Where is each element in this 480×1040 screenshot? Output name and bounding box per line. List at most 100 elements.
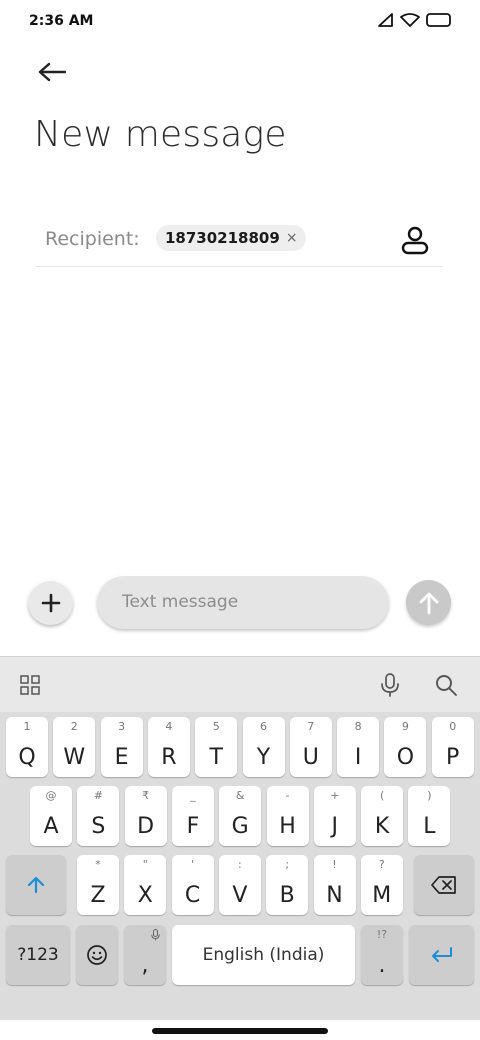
key-hint: 2 bbox=[70, 720, 78, 733]
recipient-chip[interactable]: 18730218809 × bbox=[156, 225, 306, 251]
back-button[interactable] bbox=[30, 52, 74, 92]
key-label: B bbox=[279, 883, 295, 908]
plus-icon bbox=[41, 593, 60, 612]
key-u[interactable]: 7U bbox=[289, 717, 332, 777]
key-hint: 5 bbox=[212, 720, 220, 733]
key-hint: 1 bbox=[23, 720, 31, 733]
key-label: F bbox=[186, 814, 200, 839]
status-bar: 2:36 AM bbox=[0, 0, 480, 44]
home-gesture-handle[interactable] bbox=[152, 1028, 328, 1034]
key-n[interactable]: ! N bbox=[313, 855, 356, 915]
key-label: V bbox=[232, 883, 248, 908]
key-v[interactable]: :V bbox=[218, 855, 261, 915]
arrow-up-icon bbox=[419, 592, 438, 614]
backspace-key[interactable] bbox=[414, 855, 474, 915]
key-label: A bbox=[43, 814, 59, 839]
recipient-row[interactable]: Recipient: 18730218809 × bbox=[36, 214, 443, 267]
keyboard-toolbar bbox=[0, 656, 480, 712]
key-hint: " bbox=[142, 858, 148, 871]
message-input[interactable] bbox=[97, 575, 389, 629]
status-time: 2:36 AM bbox=[29, 13, 94, 29]
key-hint: ? bbox=[378, 858, 385, 871]
key-label: H bbox=[279, 814, 296, 839]
key-k[interactable]: (K bbox=[361, 786, 404, 846]
contacts-button[interactable] bbox=[397, 220, 433, 260]
key-hint: ; bbox=[285, 858, 290, 871]
key-b[interactable]: ; B bbox=[266, 855, 309, 915]
key-label: Q bbox=[18, 745, 36, 770]
key-y[interactable]: 6Y bbox=[242, 717, 285, 777]
shift-key[interactable] bbox=[6, 855, 66, 915]
enter-key[interactable] bbox=[409, 925, 474, 985]
keyboard-search-button[interactable] bbox=[430, 669, 462, 701]
key-hint: # bbox=[93, 789, 103, 802]
key-label: C bbox=[184, 883, 201, 908]
key-label: M bbox=[372, 883, 392, 908]
comma-key[interactable]: , bbox=[124, 925, 166, 985]
key-label: K bbox=[374, 814, 390, 839]
arrow-left-icon bbox=[38, 62, 66, 82]
key-label: O bbox=[396, 745, 415, 770]
key-label: Z bbox=[90, 883, 106, 908]
grid-icon bbox=[20, 675, 40, 695]
key-label: T bbox=[209, 745, 223, 770]
key-hint: : bbox=[238, 858, 242, 871]
key-c[interactable]: ' C bbox=[171, 855, 214, 915]
key-label: Y bbox=[256, 745, 271, 770]
navigation-bar bbox=[0, 1020, 480, 1040]
key-a[interactable]: @ A bbox=[30, 786, 72, 846]
key-i[interactable]: 8I bbox=[337, 717, 380, 777]
key-label: D bbox=[137, 814, 155, 839]
key-f[interactable]: _ F bbox=[171, 786, 214, 846]
battery-icon bbox=[426, 13, 451, 27]
key-z[interactable]: * Z bbox=[77, 855, 119, 915]
voice-input-button[interactable] bbox=[374, 669, 406, 701]
key-x[interactable]: " X bbox=[124, 855, 167, 915]
recipient-chip-number: 18730218809 bbox=[165, 229, 280, 247]
key-label: R bbox=[161, 745, 177, 770]
key-h[interactable]: -H bbox=[266, 786, 309, 846]
key-label: N bbox=[326, 883, 343, 908]
key-hint: ₹ bbox=[142, 789, 150, 802]
recipient-label: Recipient: bbox=[45, 228, 140, 250]
send-button[interactable] bbox=[406, 580, 451, 625]
add-attachment-button[interactable] bbox=[28, 580, 73, 625]
key-d[interactable]: ₹ D bbox=[124, 786, 167, 846]
key-hint: _ bbox=[190, 789, 196, 802]
shift-icon bbox=[27, 876, 45, 894]
key-r[interactable]: 4R bbox=[147, 717, 190, 777]
key-label: W bbox=[63, 745, 86, 770]
symbols-key-label: ?123 bbox=[17, 945, 59, 965]
chip-remove-icon[interactable]: × bbox=[286, 231, 298, 245]
key-j[interactable]: + J bbox=[313, 786, 356, 846]
key-hint: ) bbox=[427, 789, 432, 802]
key-hint: - bbox=[285, 789, 290, 802]
key-q[interactable]: 1Q bbox=[6, 717, 48, 777]
key-hint: 6 bbox=[260, 720, 267, 733]
key-g[interactable]: & G bbox=[219, 786, 262, 846]
key-m[interactable]: ? M bbox=[360, 855, 403, 915]
key-e[interactable]: 3E bbox=[100, 717, 143, 777]
period-key-hint: !? bbox=[376, 928, 388, 941]
key-label: P bbox=[446, 745, 460, 770]
key-hint: ! bbox=[332, 858, 337, 871]
key-label: X bbox=[137, 883, 153, 908]
period-key[interactable]: !? . bbox=[361, 925, 403, 985]
key-o[interactable]: 9O bbox=[384, 717, 427, 777]
key-hint: + bbox=[330, 789, 340, 802]
key-t[interactable]: 5T bbox=[195, 717, 238, 777]
page-title: New message bbox=[34, 114, 287, 155]
key-p[interactable]: 0P bbox=[431, 717, 474, 777]
microphone-icon bbox=[381, 673, 399, 697]
key-l[interactable]: ) L bbox=[408, 786, 451, 846]
key-hint: 8 bbox=[354, 720, 362, 733]
key-hint: 7 bbox=[307, 720, 315, 733]
key-s[interactable]: # S bbox=[77, 786, 120, 846]
enter-icon bbox=[431, 947, 452, 962]
space-key[interactable]: English (India) bbox=[172, 925, 355, 985]
key-w[interactable]: 2W bbox=[53, 717, 96, 777]
apps-grid-button[interactable] bbox=[14, 669, 46, 701]
emoji-key[interactable] bbox=[76, 925, 118, 985]
key-label: G bbox=[231, 814, 249, 839]
symbols-key[interactable]: ?123 bbox=[6, 925, 70, 985]
